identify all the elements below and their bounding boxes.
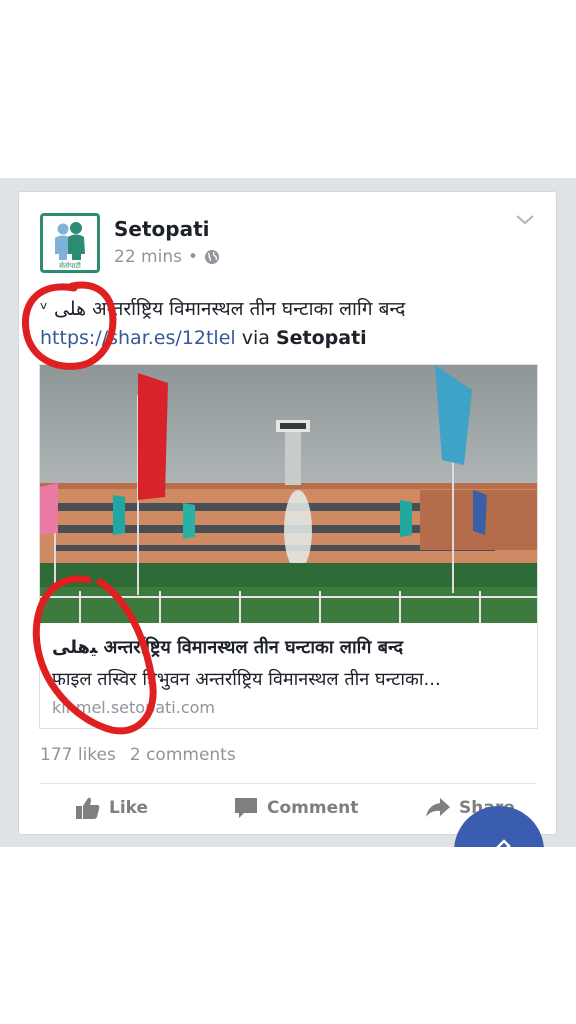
link-preview-description: फाइल तस्विर त्रिभुवन अन्तर्राष्ट्रिय विम… — [52, 669, 441, 690]
post-link[interactable]: https://shar.es/12tlel — [40, 327, 236, 349]
page-name[interactable]: Setopati — [114, 217, 210, 241]
link-preview[interactable]: ﯿﻫﻠﯽ अन्तर्राष्ट्रिय विमानस्थल तीन घन्टा… — [39, 364, 538, 729]
page-avatar[interactable]: सेतोपाटी — [40, 213, 100, 273]
post-text-prefix: ᵛ ﻫﻠﯽ — [40, 298, 87, 320]
post-card: सेतोपाटी Setopati 22 mins • ᵛ ﻫﻠﯽ अन्तर्… — [18, 191, 557, 835]
like-label: Like — [109, 798, 149, 818]
share-arrow-icon — [426, 798, 450, 817]
like-button[interactable]: Like — [75, 796, 148, 820]
link-preview-image[interactable] — [40, 365, 537, 623]
post-meta: 22 mins • — [114, 247, 220, 267]
chevron-down-icon[interactable] — [514, 212, 536, 228]
post-stats: 177 likes 2 comments — [40, 745, 236, 765]
link-preview-domain: kinmel.setopati.com — [52, 698, 215, 717]
comments-count[interactable]: 2 comments — [130, 745, 236, 765]
via-page-name[interactable]: Setopati — [276, 327, 367, 349]
compose-fab[interactable] — [454, 806, 544, 847]
comment-button[interactable]: Comment — [233, 796, 358, 820]
pencil-icon — [496, 839, 511, 847]
comment-label: Comment — [267, 798, 359, 818]
logo-caption: सेतोपाटी — [59, 261, 81, 270]
post-headline: अन्तर्राष्ट्रिय विमानस्थल तीन घन्टाका ला… — [92, 298, 406, 320]
post-text: ᵛ ﻫﻠﯽ अन्तर्राष्ट्रिय विमानस्थल तीन घन्ट… — [40, 295, 540, 353]
link-preview-title[interactable]: ﯿﻫﻠﯽ अन्तर्राष्ट्रिय विमानस्थल तीन घन्टा… — [52, 635, 532, 659]
via-label: via — [241, 327, 270, 349]
post-time[interactable]: 22 mins — [114, 247, 182, 267]
actions-divider — [40, 783, 537, 784]
setopati-logo: सेतोपाटी — [55, 222, 85, 270]
comment-bubble-icon — [235, 798, 257, 818]
meta-separator: • — [187, 247, 198, 267]
thumbs-up-icon — [76, 797, 100, 819]
likes-count[interactable]: 177 likes — [40, 745, 116, 765]
globe-icon — [204, 250, 219, 264]
